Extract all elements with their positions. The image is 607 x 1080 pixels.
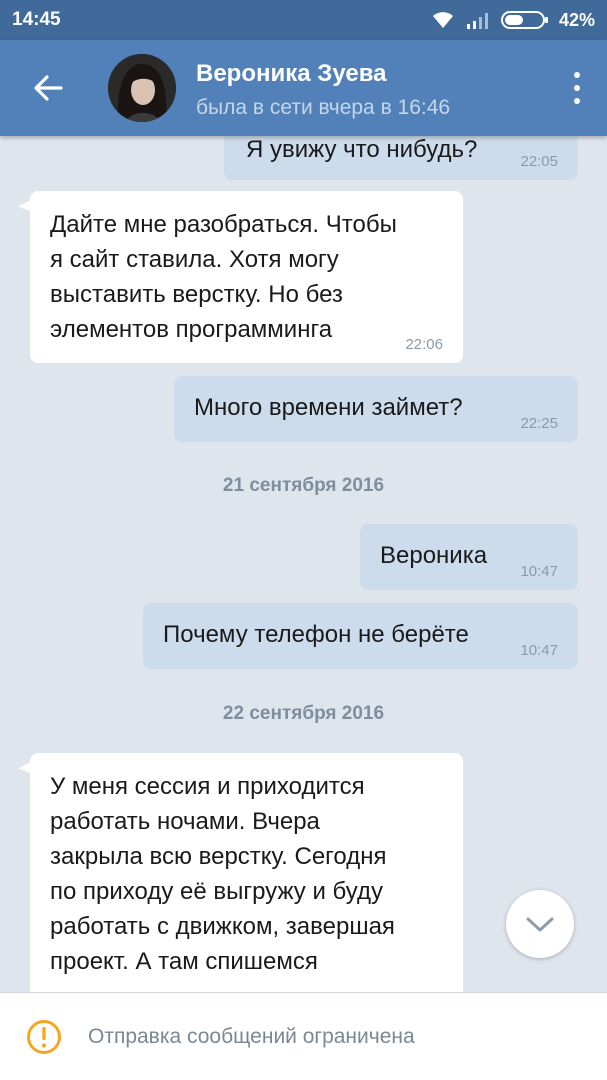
contact-status: была в сети вчера в 16:46 (196, 96, 451, 119)
message-bubble-outgoing[interactable]: Вероника 10:47 (360, 524, 578, 590)
chat-header: Вероника Зуева была в сети вчера в 16:46 (0, 40, 607, 136)
message-text: У меня сессия и приходится работать ноча… (50, 773, 395, 975)
message-text: Много времени займет? (194, 394, 463, 421)
battery-percent: 42% (558, 9, 595, 30)
avatar[interactable] (108, 54, 176, 122)
status-time: 14:45 (12, 9, 61, 30)
message-list[interactable]: Я увижу что нибудь? 22:05 Дайте мне разо… (0, 136, 607, 992)
message-bubble-outgoing[interactable]: Почему телефон не берёте 10:47 (143, 603, 578, 669)
battery-icon (500, 11, 548, 29)
back-arrow-icon (34, 75, 63, 101)
date-separator: 21 сентября 2016 (222, 475, 385, 496)
message-text: Я увижу что нибудь? (246, 136, 478, 163)
message-time: 22:25 (520, 415, 558, 432)
message-time: 22:05 (520, 153, 558, 170)
wifi-icon (432, 12, 453, 28)
signal-icon (466, 13, 488, 29)
status-bar: 14:45 42% (0, 0, 607, 40)
message-bubble-incoming[interactable]: У меня сессия и приходится работать ноча… (18, 753, 463, 992)
message-bubble-outgoing[interactable]: Много времени займет? 22:25 (174, 376, 578, 442)
message-text: Дайте мне разобраться. Чтобы я сайт став… (50, 211, 397, 343)
message-time: 10:47 (520, 563, 558, 580)
chevron-down-icon (526, 917, 554, 932)
message-text: Почему телефон не берёте (163, 621, 469, 648)
contact-name[interactable]: Вероника Зуева (196, 60, 386, 88)
status-icons: 42% (431, 8, 595, 32)
more-vert-icon[interactable] (567, 68, 587, 108)
date-separator: 22 сентября 2016 (222, 703, 385, 724)
warning-icon (27, 1019, 61, 1054)
restriction-text: Отправка сообщений ограничена (88, 1024, 415, 1048)
message-time: 10:47 (520, 642, 558, 659)
back-button[interactable] (22, 62, 74, 114)
message-bubble-outgoing[interactable]: Я увижу что нибудь? 22:05 (224, 136, 578, 180)
message-bubble-incoming[interactable]: Дайте мне разобраться. Чтобы я сайт став… (18, 191, 463, 363)
message-time: 22:06 (405, 336, 443, 353)
restriction-notice: Отправка сообщений ограничена (0, 992, 607, 1080)
scroll-down-button[interactable] (506, 890, 574, 958)
